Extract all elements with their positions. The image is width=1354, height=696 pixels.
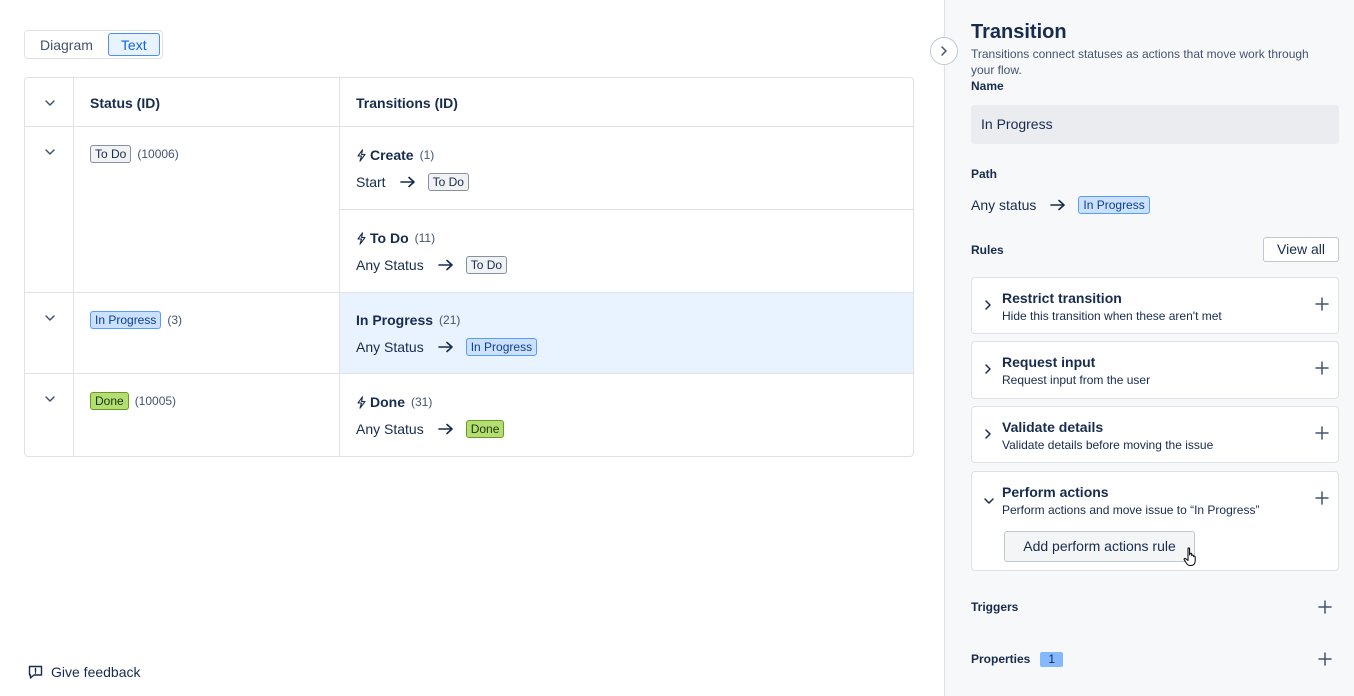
rule-card-validate-details[interactable]: Validate details Validate details before… bbox=[971, 406, 1339, 463]
properties-count-badge: 1 bbox=[1040, 651, 1064, 667]
transition-item[interactable]: To Do (11) Any Status To Do bbox=[356, 229, 508, 275]
status-lozenge: In Progress bbox=[90, 311, 162, 330]
rule-title: Restrict transition bbox=[1002, 290, 1122, 306]
chevron-down-icon[interactable] bbox=[983, 493, 995, 509]
add-rule-plus-icon[interactable] bbox=[1315, 491, 1329, 508]
status-cell: Done (10005) bbox=[90, 392, 177, 411]
transition-item[interactable]: Create (1) Start To Do bbox=[356, 146, 469, 192]
workflow-table: Status (ID) Transitions (ID) To Do (10006… bbox=[24, 77, 914, 457]
transition-details-panel: Transition Transitions connect statuses … bbox=[944, 0, 1354, 696]
arrow-right-icon bbox=[437, 423, 453, 435]
transition-from: Any Status bbox=[356, 257, 424, 273]
transition-from: Start bbox=[356, 174, 386, 190]
add-rule-plus-icon[interactable] bbox=[1315, 361, 1329, 378]
transition-item-selected[interactable]: In Progress (21) Any Status In Progress bbox=[356, 311, 538, 357]
rule-title: Perform actions bbox=[1002, 484, 1109, 500]
rule-description: Hide this transition when these aren't m… bbox=[1002, 309, 1222, 323]
hand-pointer-cursor-icon bbox=[1183, 547, 1196, 566]
transition-from: Any Status bbox=[356, 421, 424, 437]
transition-to-lozenge: To Do bbox=[465, 256, 508, 274]
row-expand-chevron-icon[interactable] bbox=[43, 145, 57, 159]
transition-to-lozenge: To Do bbox=[427, 173, 469, 191]
transition-id: (31) bbox=[411, 395, 433, 409]
add-trigger-plus-icon[interactable] bbox=[1318, 600, 1332, 617]
collapse-all-chevron-icon[interactable] bbox=[43, 96, 57, 110]
transition-name: Done bbox=[370, 394, 405, 410]
status-id: (3) bbox=[167, 313, 183, 328]
rules-label: Rules bbox=[971, 243, 1004, 257]
chevron-right-icon[interactable] bbox=[983, 362, 993, 378]
view-all-button[interactable]: View all bbox=[1263, 237, 1339, 262]
rule-title: Validate details bbox=[1002, 419, 1104, 435]
row-expand-chevron-icon[interactable] bbox=[43, 311, 57, 325]
collapse-panel-button[interactable] bbox=[930, 37, 958, 65]
status-id: (10005) bbox=[134, 394, 177, 409]
status-id: (10006) bbox=[137, 147, 179, 162]
add-property-plus-icon[interactable] bbox=[1318, 652, 1332, 669]
triggers-label: Triggers bbox=[971, 600, 1019, 614]
transition-bolt-icon bbox=[357, 395, 366, 409]
status-column-header: Status (ID) bbox=[90, 95, 160, 111]
transitions-column-header: Transitions (ID) bbox=[356, 95, 458, 111]
rule-description: Perform actions and move issue to “In Pr… bbox=[1002, 503, 1260, 517]
transition-id: (11) bbox=[414, 231, 436, 245]
transition-id: (21) bbox=[439, 313, 461, 327]
add-perform-actions-rule-button[interactable]: Add perform actions rule bbox=[1004, 531, 1195, 562]
rule-description: Validate details before moving the issue bbox=[1002, 438, 1214, 452]
chevron-right-icon[interactable] bbox=[983, 427, 993, 443]
panel-title: Transition bbox=[971, 21, 1067, 43]
properties-label: Properties bbox=[971, 652, 1031, 666]
diagram-view-button[interactable]: Diagram bbox=[27, 33, 106, 56]
rule-card-request-input[interactable]: Request input Request input from the use… bbox=[971, 341, 1339, 399]
feedback-label: Give feedback bbox=[51, 664, 141, 680]
path-display: Any status In Progress bbox=[971, 195, 1150, 215]
transition-name: Create bbox=[370, 147, 414, 163]
transition-from: Any Status bbox=[356, 339, 424, 355]
transition-name: To Do bbox=[370, 230, 409, 246]
path-label: Path bbox=[971, 167, 998, 181]
path-to-lozenge: In Progress bbox=[1078, 196, 1150, 214]
add-rule-plus-icon[interactable] bbox=[1315, 426, 1329, 443]
transition-bolt-icon bbox=[357, 148, 366, 162]
table-header: Status (ID) Transitions (ID) bbox=[25, 78, 913, 127]
add-rule-plus-icon[interactable] bbox=[1315, 297, 1329, 314]
status-lozenge: To Do bbox=[90, 145, 132, 164]
properties-section: Properties 1 bbox=[971, 649, 1339, 669]
view-toggle: Diagram Text bbox=[24, 30, 163, 59]
status-lozenge: Done bbox=[90, 392, 129, 411]
arrow-right-icon bbox=[437, 259, 453, 271]
rule-description: Request input from the user bbox=[1002, 373, 1151, 387]
name-label: Name bbox=[971, 79, 1004, 93]
arrow-right-icon bbox=[399, 176, 415, 188]
rule-card-restrict-transition[interactable]: Restrict transition Hide this transition… bbox=[971, 277, 1339, 334]
transition-bolt-icon bbox=[357, 231, 366, 245]
status-cell: In Progress (3) bbox=[90, 311, 183, 330]
transition-name: In Progress bbox=[356, 312, 434, 328]
arrow-right-icon bbox=[437, 341, 453, 353]
transition-id: (1) bbox=[419, 148, 435, 162]
text-view-button[interactable]: Text bbox=[107, 33, 160, 56]
chevron-right-icon bbox=[941, 46, 947, 56]
transition-to-lozenge: Done bbox=[465, 420, 505, 438]
arrow-right-icon bbox=[1050, 199, 1066, 211]
rule-card-perform-actions[interactable]: Perform actions Perform actions and move… bbox=[971, 471, 1339, 571]
feedback-icon bbox=[28, 665, 43, 679]
give-feedback-button[interactable]: Give feedback bbox=[28, 664, 141, 680]
panel-description: Transitions connect statuses as actions … bbox=[971, 47, 1309, 77]
path-from: Any status bbox=[971, 197, 1037, 213]
triggers-section: Triggers bbox=[971, 597, 1339, 617]
chevron-right-icon[interactable] bbox=[983, 298, 993, 314]
transition-name-field[interactable]: In Progress bbox=[971, 105, 1339, 144]
transition-item[interactable]: Done (31) Any Status Done bbox=[356, 393, 505, 439]
row-expand-chevron-icon[interactable] bbox=[43, 392, 57, 406]
status-cell: To Do (10006) bbox=[90, 145, 179, 164]
transition-to-lozenge: In Progress bbox=[465, 338, 538, 356]
rule-title: Request input bbox=[1002, 354, 1096, 370]
